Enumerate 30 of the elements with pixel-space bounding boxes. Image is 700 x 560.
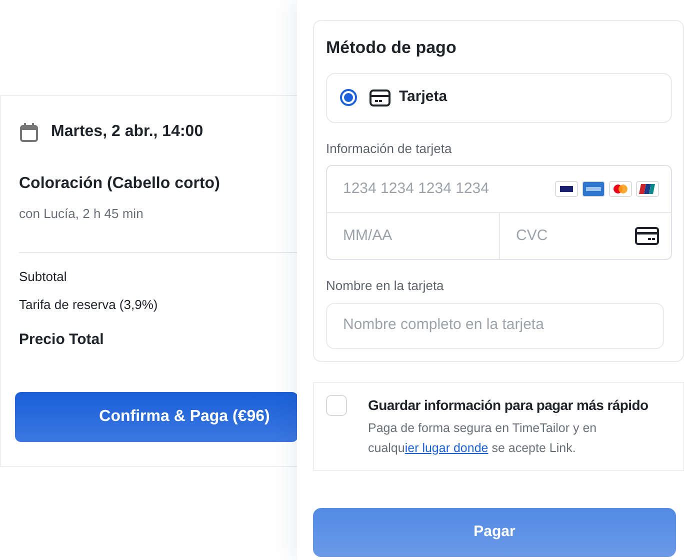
name-field[interactable]: Nombre completo en la tarjeta bbox=[326, 302, 664, 348]
option-label: Tarjeta bbox=[399, 87, 448, 108]
service-title: Coloración (Cabello corto) bbox=[19, 174, 220, 194]
card-logo-icon bbox=[555, 181, 578, 197]
summary-label: Tarifa de reserva (3,9%) bbox=[19, 296, 158, 314]
radio-button[interactable] bbox=[340, 89, 357, 106]
card-back-icon bbox=[635, 227, 659, 245]
card-number-field[interactable]: 1234 1234 1234 1234 bbox=[343, 178, 555, 200]
total-label: Precio Total bbox=[19, 330, 104, 350]
pay-button[interactable]: Pagar bbox=[313, 508, 676, 556]
checkbox[interactable] bbox=[326, 394, 347, 416]
appointment-date: Martes, 2 abr., 14:00 bbox=[51, 122, 204, 142]
field-label: Información de tarjeta bbox=[326, 140, 453, 158]
name-input[interactable]: Nombre completo en la tarjeta bbox=[343, 314, 647, 337]
card-logo-icon bbox=[609, 181, 632, 197]
save-info-description: Paga de forma segura en TimeTailor y en cualquier lugar donde se acepte Link. bbox=[368, 420, 598, 457]
card-icon bbox=[369, 88, 391, 106]
expiry-field[interactable]: MM/AA bbox=[343, 224, 487, 248]
calendar-icon bbox=[19, 122, 39, 142]
payment-option[interactable]: Tarjeta bbox=[326, 72, 672, 122]
card-logo-icon bbox=[636, 181, 659, 197]
field-label: Nombre en la tarjeta bbox=[326, 277, 445, 295]
section-title: Método de pago bbox=[326, 37, 458, 59]
summary-label: Subtotal bbox=[19, 268, 67, 286]
confirm-pay-button[interactable]: Confirma & Paga (€96) bbox=[15, 392, 298, 442]
cvc-field[interactable]: CVC bbox=[516, 224, 635, 248]
text-link[interactable]: ier lugar donde bbox=[404, 440, 488, 454]
save-info-title: Guardar información para pagar más rápido bbox=[368, 396, 650, 415]
card-logo-icon bbox=[582, 181, 605, 197]
service-details: con Lucía, 2 h 45 min bbox=[19, 205, 144, 223]
